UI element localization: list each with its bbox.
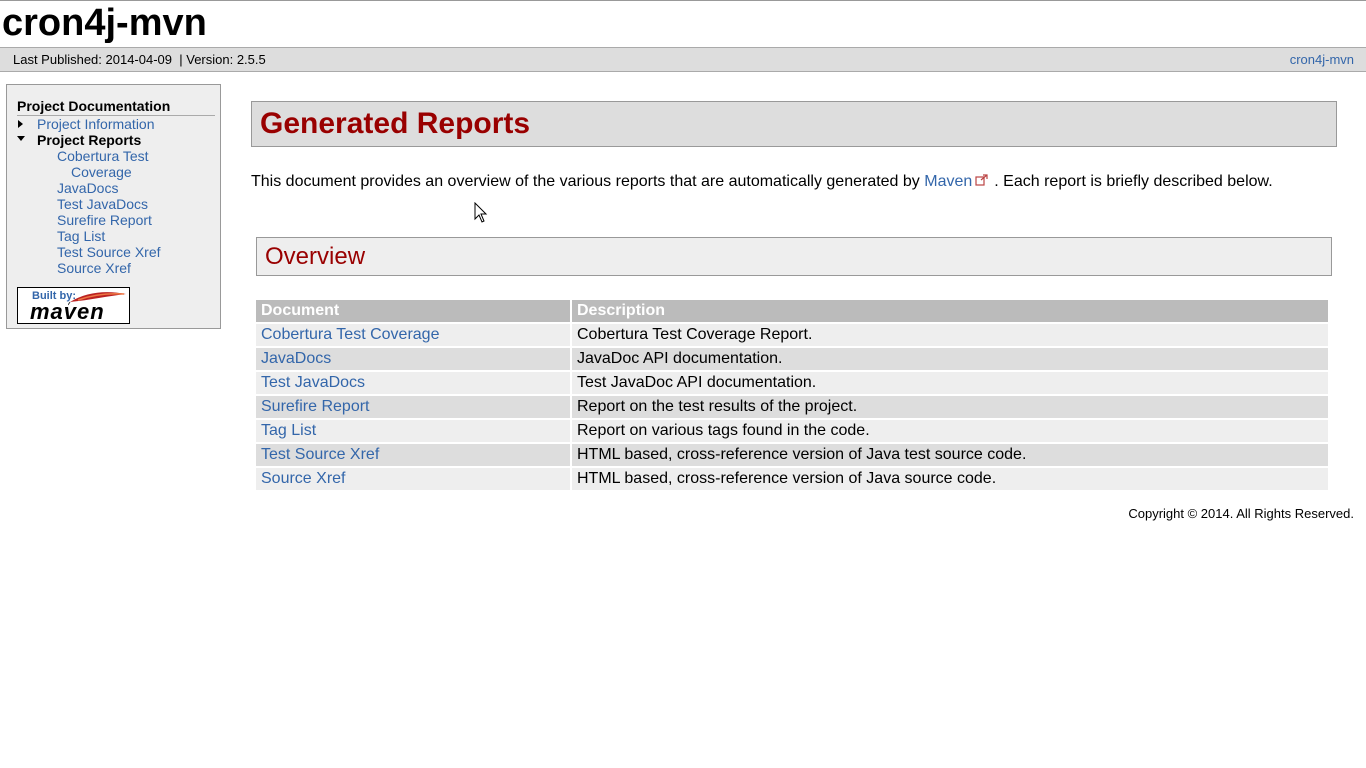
table-row: Cobertura Test Coverage Cobertura Test C…	[256, 322, 1328, 346]
document-link[interactable]: Test JavaDocs	[261, 374, 365, 391]
left-nav: Project Documentation Project Informatio…	[6, 84, 221, 329]
nav-tag-list[interactable]: Tag List	[57, 228, 105, 244]
intro-text-end: . Each report is briefly described below…	[994, 173, 1273, 190]
document-link[interactable]: Surefire Report	[261, 398, 370, 415]
column-header-description: Description	[572, 300, 1328, 322]
table-row: Test Source Xref HTML based, cross-refer…	[256, 442, 1328, 466]
nav-test-javadocs[interactable]: Test JavaDocs	[57, 196, 148, 212]
row-description-cell: Test JavaDoc API documentation.	[572, 370, 1328, 394]
row-document-cell: JavaDocs	[256, 346, 572, 370]
main-heading-box: Generated Reports	[251, 101, 1337, 147]
nav-surefire-report[interactable]: Surefire Report	[57, 212, 152, 228]
row-document-cell: Test JavaDocs	[256, 370, 572, 394]
document-link[interactable]: Tag List	[261, 422, 316, 439]
badge-maven-logo: maven	[30, 299, 105, 324]
intro-text: This document provides an overview of th…	[251, 173, 920, 190]
built-by-maven-badge[interactable]: Built by: maven	[17, 287, 130, 324]
collapsed-triangle-icon[interactable]	[18, 120, 23, 128]
mouse-pointer-icon	[474, 202, 488, 223]
section-heading-box: Overview	[256, 237, 1332, 276]
version: | Version: 2.5.5	[179, 52, 266, 67]
project-home-link[interactable]: cron4j-mvn	[1290, 48, 1354, 71]
document-link[interactable]: JavaDocs	[261, 350, 331, 367]
copyright: Copyright © 2014. All Rights Reserved.	[1128, 506, 1354, 521]
row-description-cell: Report on the test results of the projec…	[572, 394, 1328, 418]
breadcrumbs-bar: Last Published: 2014-04-09 | Version: 2.…	[0, 47, 1366, 72]
last-published: Last Published: 2014-04-09	[13, 52, 173, 67]
nav-project-information[interactable]: Project Information	[37, 116, 155, 132]
row-document-cell: Cobertura Test Coverage	[256, 322, 572, 346]
table-row: JavaDocs JavaDoc API documentation.	[256, 346, 1328, 370]
page-title: Generated Reports	[260, 107, 531, 140]
banner: cron4j-mvn	[0, 0, 1366, 47]
section-heading: Overview	[265, 243, 366, 270]
intro-paragraph: This document provides an overview of th…	[251, 173, 1273, 191]
document-link[interactable]: Test Source Xref	[261, 446, 379, 463]
row-description-cell: HTML based, cross-reference version of J…	[572, 466, 1328, 490]
reports-table: Document Description Cobertura Test Cove…	[256, 300, 1328, 490]
document-link[interactable]: Cobertura Test Coverage	[261, 326, 439, 343]
row-document-cell: Source Xref	[256, 466, 572, 490]
nav-test-source-xref[interactable]: Test Source Xref	[57, 244, 161, 260]
nav-cobertura-line1[interactable]: Cobertura Test	[57, 148, 149, 164]
table-row: Test JavaDocs Test JavaDoc API documenta…	[256, 370, 1328, 394]
row-description-cell: Cobertura Test Coverage Report.	[572, 322, 1328, 346]
row-document-cell: Tag List	[256, 418, 572, 442]
row-document-cell: Test Source Xref	[256, 442, 572, 466]
table-header-row: Document Description	[256, 300, 1328, 322]
table-row: Surefire Report Report on the test resul…	[256, 394, 1328, 418]
row-description-cell: Report on various tags found in the code…	[572, 418, 1328, 442]
row-description-cell: HTML based, cross-reference version of J…	[572, 442, 1328, 466]
nav-title: Project Documentation	[17, 98, 215, 116]
row-description-cell: JavaDoc API documentation.	[572, 346, 1328, 370]
nav-project-reports: Project Reports	[37, 132, 142, 148]
external-link-icon	[975, 173, 991, 191]
site-title: cron4j-mvn	[2, 2, 207, 44]
table-row: Tag List Report on various tags found in…	[256, 418, 1328, 442]
nav-source-xref[interactable]: Source Xref	[57, 260, 131, 276]
row-document-cell: Surefire Report	[256, 394, 572, 418]
nav-javadocs[interactable]: JavaDocs	[57, 180, 118, 196]
publish-info: Last Published: 2014-04-09 | Version: 2.…	[13, 48, 266, 71]
maven-link[interactable]: Maven	[924, 173, 972, 190]
nav-cobertura-line2[interactable]: Coverage	[71, 164, 132, 180]
expanded-triangle-icon[interactable]	[17, 136, 25, 141]
document-link[interactable]: Source Xref	[261, 470, 345, 487]
column-header-document: Document	[256, 300, 572, 322]
table-row: Source Xref HTML based, cross-reference …	[256, 466, 1328, 490]
